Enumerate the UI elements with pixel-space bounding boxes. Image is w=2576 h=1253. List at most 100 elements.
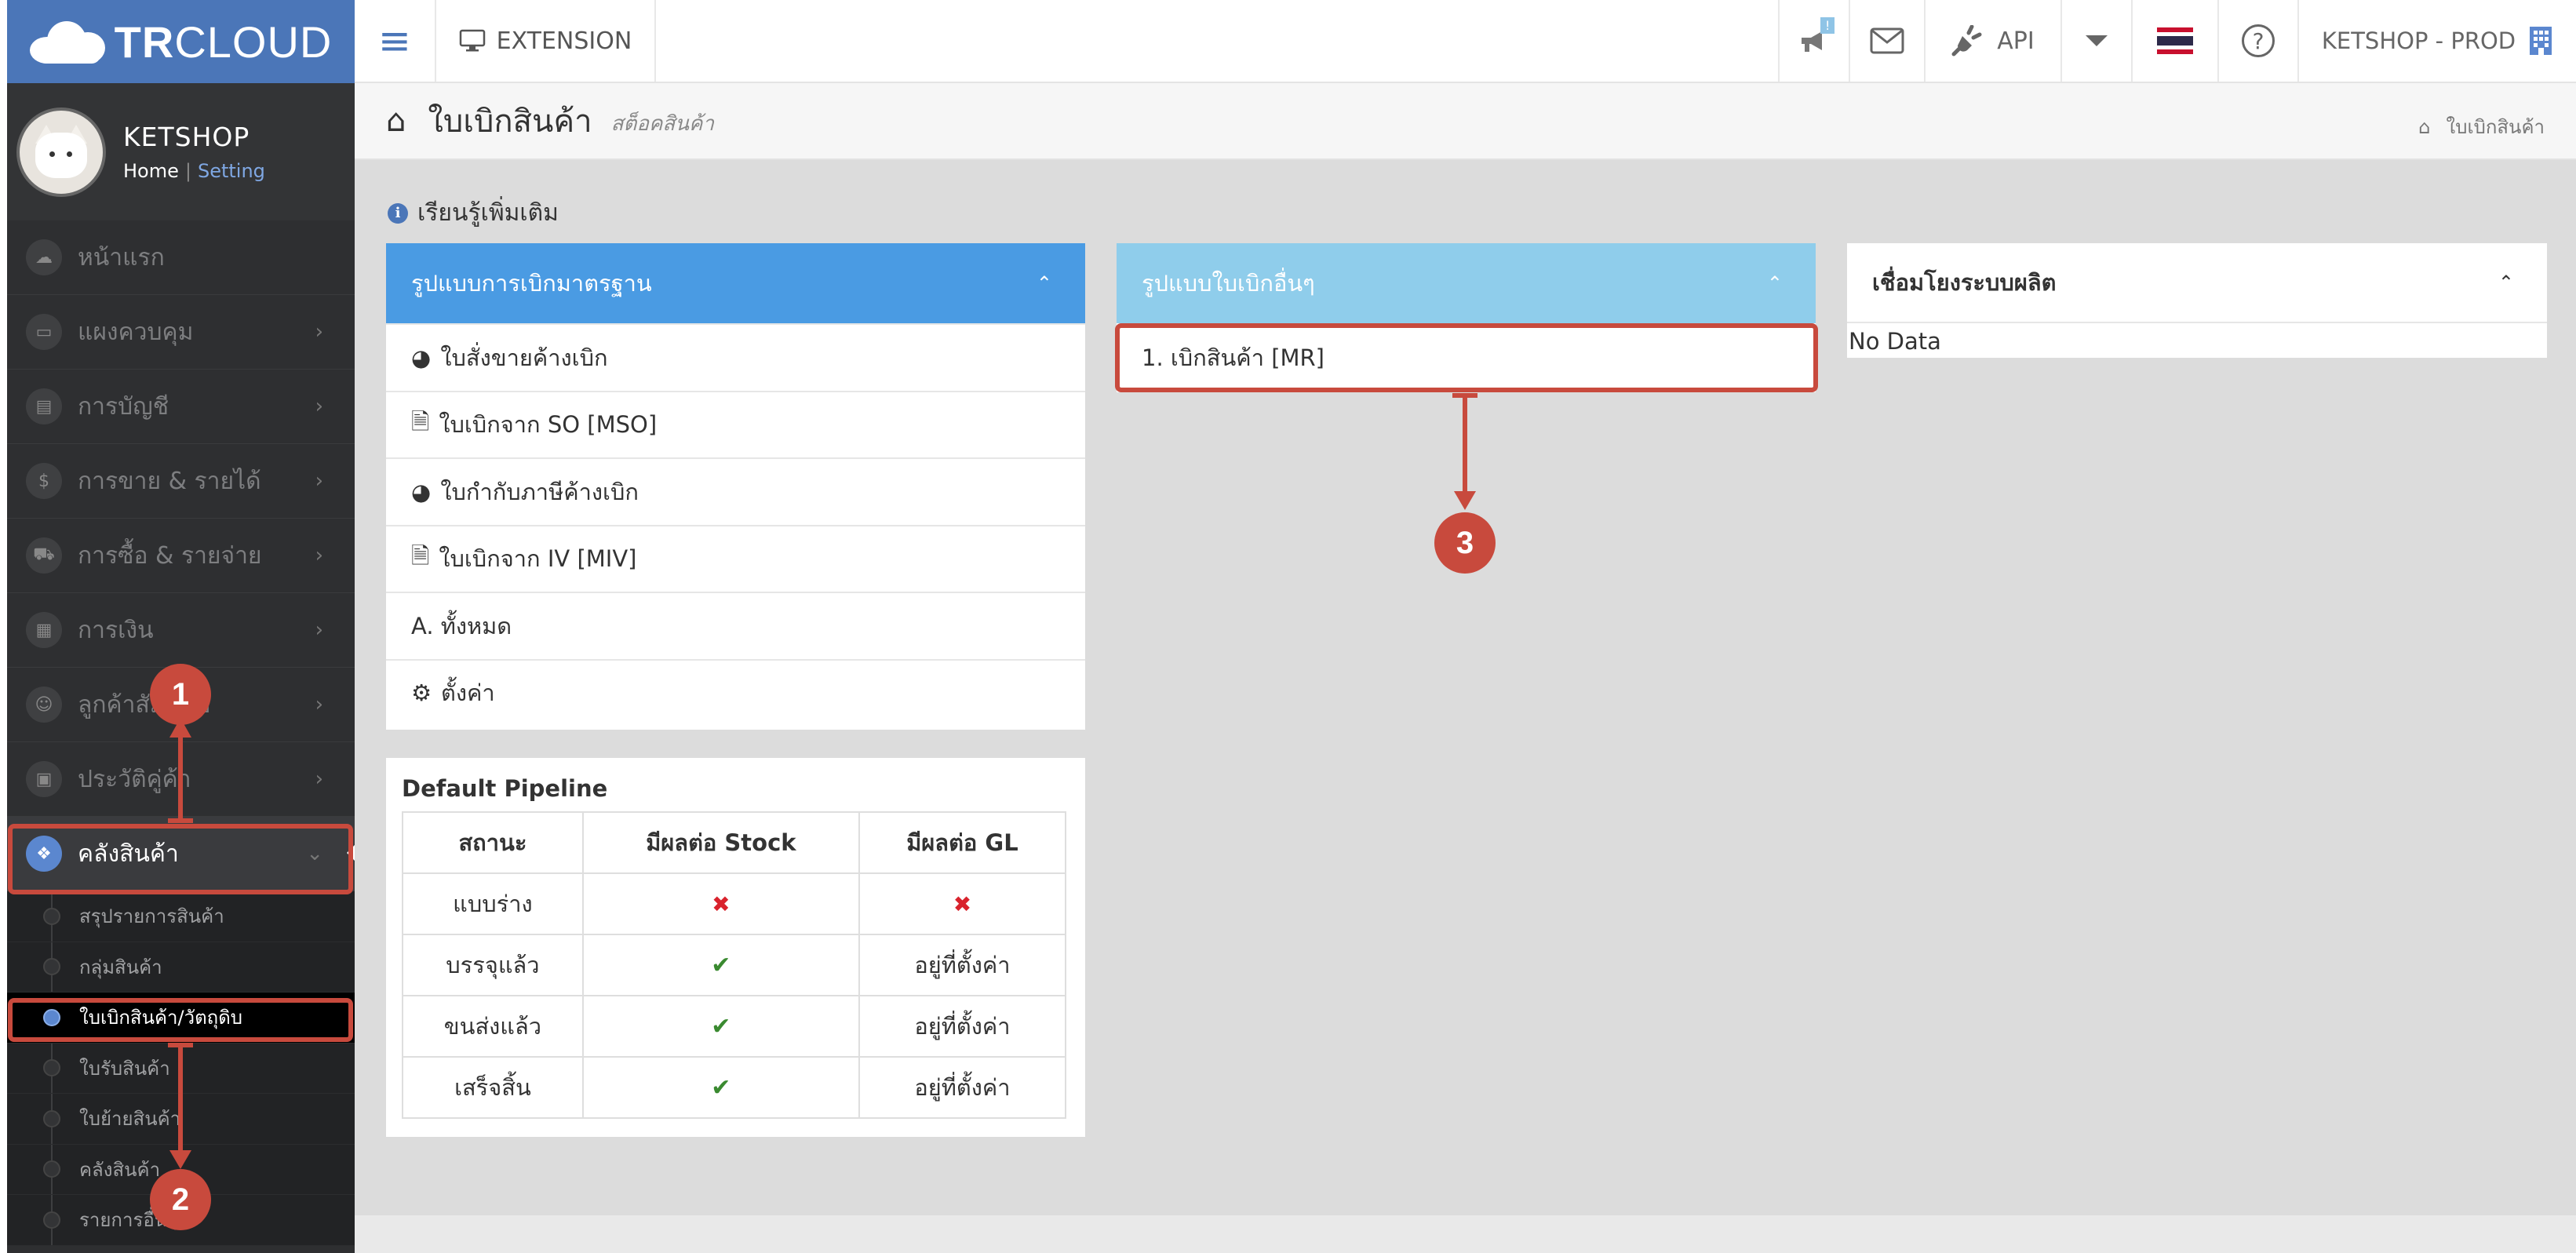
list-item-all[interactable]: A. ทั้งหมด (386, 592, 1085, 659)
company-name: KETSHOP - PROD (2321, 27, 2516, 54)
learn-more-link[interactable]: i เรียนรู้เพิ่มเติม (388, 195, 559, 231)
standard-requisition-panel: รูปแบบการเบิกมาตรฐาน ⌃ ◕ ใบสั่งขายค้างเบ… (386, 243, 1085, 730)
annotation-badge-2: 2 (150, 1169, 211, 1230)
sidebar-item-accounting[interactable]: ▤ การบัญชี › (7, 370, 355, 444)
check-icon: ✔ (581, 1056, 860, 1119)
column-header-stock: มีผลต่อ Stock (581, 811, 860, 874)
other-requisition-panel: รูปแบบใบเบิกอื่นๆ ⌃ (1117, 243, 1816, 323)
chevron-right-icon: › (315, 469, 323, 493)
caret-down-icon (2086, 35, 2108, 46)
home-link[interactable]: Home (123, 160, 179, 182)
question-circle-icon: ? (2242, 24, 2275, 57)
cross-icon: ✖ (581, 872, 860, 935)
check-icon: ✔ (581, 995, 860, 1058)
table-row: แบบร่าง ✖ ✖ (402, 872, 1067, 935)
main-content: ⌂ ใบเบิกสินค้า สต็อคสินค้า ⌂ ใบเบิกสินค้… (355, 83, 2576, 1215)
help-button[interactable]: ? (2217, 0, 2297, 82)
top-bar: ≡ EXTENSION ! API ? KETSHOP - PROD (355, 0, 2576, 83)
standard-panel-header[interactable]: รูปแบบการเบิกมาตรฐาน ⌃ (386, 243, 1085, 323)
list-item-mso[interactable]: 🗎 ใบเบิกจาก SO [MSO] (386, 390, 1085, 458)
sidebar-item-sales[interactable]: $ การขาย & รายได้ › (7, 444, 355, 519)
chevron-right-icon: › (315, 320, 323, 344)
list-item-pending-invoices[interactable]: ◕ ใบกำกับภาษีค้างเบิก (386, 457, 1085, 525)
submenu-item-product-groups[interactable]: กลุ่มสินค้า (7, 942, 355, 993)
sidebar-item-home[interactable]: ☁ หน้าแรก (7, 220, 355, 295)
sidebar-item-dashboard[interactable]: ▭ แผงควบคุม › (7, 295, 355, 370)
cross-icon: ✖ (858, 872, 1067, 935)
user-panel: KETSHOP Home | Setting (7, 83, 355, 220)
api-button[interactable]: API (1924, 0, 2060, 82)
file-icon: 🗎 (411, 407, 430, 435)
setting-link[interactable]: Setting (198, 160, 265, 182)
sidebar-item-warehouse[interactable]: ❖ คลังสินค้า ⌄ (7, 817, 355, 891)
book-icon: ▤ (26, 388, 62, 424)
chevron-right-icon: › (315, 767, 323, 791)
chevron-up-icon[interactable]: ⌃ (2498, 271, 2514, 293)
chevron-right-icon: › (315, 544, 323, 567)
table-header-row: สถานะ มีผลต่อ Stock มีผลต่อ GL (402, 811, 1067, 874)
thai-flag-icon (2157, 27, 2193, 55)
breadcrumb: ⌂ ใบเบิกสินค้า (2418, 111, 2545, 142)
avatar[interactable] (16, 107, 106, 197)
building-icon (2530, 27, 2552, 55)
cloud-logo-icon (29, 20, 108, 64)
menu-toggle-button[interactable]: ≡ (355, 0, 436, 82)
annotation-badge-1: 1 (150, 664, 211, 725)
chevron-up-icon[interactable]: ⌃ (1037, 272, 1052, 294)
notification-badge: ! (1820, 17, 1835, 34)
sidebar-item-purchases[interactable]: ⛟ การซื้อ & รายจ่าย › (7, 519, 355, 593)
monitor-icon (459, 29, 485, 52)
list-item-mr[interactable]: 1. เบิกสินค้า [MR] (1117, 323, 1816, 392)
chevron-right-icon: › (315, 618, 323, 642)
submenu-item-receipt[interactable]: ใบรับสินค้า (7, 1044, 355, 1094)
messages-button[interactable] (1849, 0, 1924, 82)
footer-strip (355, 1215, 2576, 1253)
submenu-item-transfer[interactable]: ใบย้ายสินค้า (7, 1094, 355, 1145)
page-subtitle: สต็อคสินค้า (610, 111, 714, 136)
check-icon: ✔ (581, 934, 860, 996)
language-button[interactable] (2131, 0, 2217, 82)
pipeline-title: Default Pipeline (402, 775, 608, 802)
list-item-pending-sales-orders[interactable]: ◕ ใบสั่งขายค้างเบิก (386, 323, 1085, 391)
column-header-gl: มีผลต่อ GL (858, 811, 1067, 874)
plug-icon (1951, 25, 1982, 56)
standard-panel-title: รูปแบบการเบิกมาตรฐาน (411, 270, 652, 297)
app-logo[interactable]: TRCLOUD (7, 0, 355, 83)
pipeline-table: สถานะ มีผลต่อ Stock มีผลต่อ GL แบบร่าง ✖… (402, 811, 1067, 1119)
submenu-item-stock-summary[interactable]: สรุปรายการสินค้า (7, 891, 355, 942)
submenu-item-requisition[interactable]: ใบเบิกสินค้า/วัตถุดิบ (7, 993, 355, 1044)
gears-icon: ⚙ (411, 679, 432, 707)
cart-icon: ⛟ (26, 537, 62, 574)
envelope-icon (1870, 27, 1904, 54)
boxes-icon: ❖ (26, 836, 62, 872)
monitor-icon: ▭ (26, 314, 62, 350)
users-icon: ☺ (26, 687, 62, 723)
annotation-badge-3: 3 (1434, 512, 1496, 574)
production-panel-title: เชื่อมโยงระบบผลิต (1872, 269, 2057, 296)
chevron-up-icon[interactable]: ⌃ (1767, 272, 1783, 294)
page-header: ⌂ ใบเบิกสินค้า สต็อคสินค้า ⌂ ใบเบิกสินค้… (355, 83, 2576, 160)
production-panel-header[interactable]: เชื่อมโยงระบบผลิต ⌃ (1847, 243, 2547, 323)
column-header-status: สถานะ (402, 811, 584, 874)
other-panel-header[interactable]: รูปแบบใบเบิกอื่นๆ ⌃ (1117, 243, 1816, 323)
home-icon: ⌂ (386, 103, 406, 139)
table-row: เสร็จสิ้น ✔ อยู่ที่ตั้งค่า (402, 1056, 1067, 1119)
notifications-button[interactable]: ! (1778, 0, 1849, 82)
breadcrumb-home-icon[interactable]: ⌂ (2418, 116, 2430, 138)
other-panel-title: รูปแบบใบเบิกอื่นๆ (1142, 270, 1315, 297)
chevron-down-icon: ⌄ (306, 842, 323, 865)
sidebar-item-partner-history[interactable]: ▣ ประวัติคู่ค้า › (7, 742, 355, 817)
breadcrumb-current: ใบเบิกสินค้า (2446, 116, 2545, 138)
file-icon: 🗎 (411, 541, 430, 569)
list-item-miv[interactable]: 🗎 ใบเบิกจาก IV [MIV] (386, 524, 1085, 592)
hamburger-icon: ≡ (378, 18, 411, 64)
list-item-settings[interactable]: ⚙ ตั้งค่า (386, 658, 1085, 727)
contact-icon: ▣ (26, 761, 62, 797)
extension-button[interactable]: EXTENSION (436, 0, 656, 82)
sidebar-item-finance[interactable]: ▦ การเงิน › (7, 593, 355, 668)
cloud-icon: ☁ (26, 239, 62, 275)
company-switcher[interactable]: KETSHOP - PROD (2297, 0, 2576, 82)
table-row: บรรจุแล้ว ✔ อยู่ที่ตั้งค่า (402, 934, 1067, 996)
dropdown-toggle[interactable] (2060, 0, 2131, 82)
production-link-panel: เชื่อมโยงระบบผลิต ⌃ No Data (1847, 243, 2547, 358)
